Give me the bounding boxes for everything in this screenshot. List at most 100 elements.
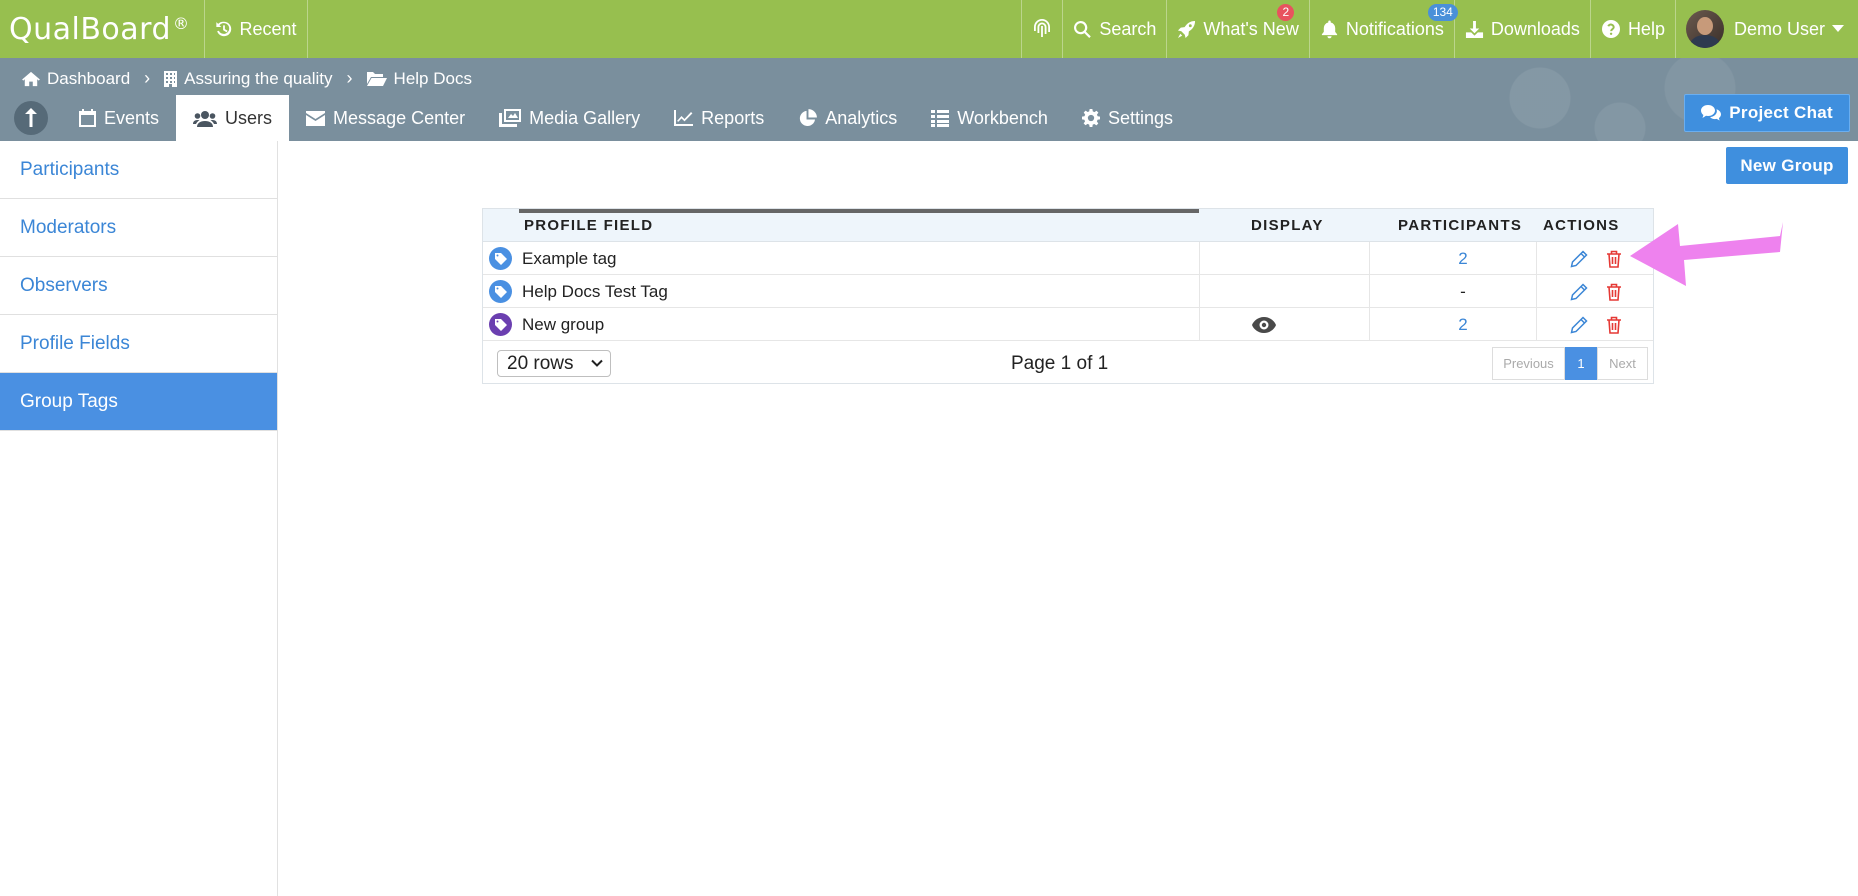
display-toggle[interactable] xyxy=(1251,308,1277,341)
tab-settings[interactable]: Settings xyxy=(1065,95,1190,141)
sidebar-item-observers[interactable]: Observers xyxy=(0,257,277,315)
page-buttons: Previous 1 Next xyxy=(1492,347,1648,380)
avatar xyxy=(1685,10,1724,48)
rows-per-page-value: 20 rows xyxy=(507,352,574,374)
tag-icon xyxy=(489,280,512,303)
sidebar-item-participants[interactable]: Participants xyxy=(0,141,277,199)
tag-icon xyxy=(489,247,512,270)
tab-events[interactable]: Events xyxy=(62,95,176,141)
users-sidebar: Participants Moderators Observers Profil… xyxy=(0,141,278,896)
recent-button[interactable]: Recent xyxy=(205,0,308,58)
tab-message-center[interactable]: Message Center xyxy=(289,95,482,141)
user-menu[interactable]: Demo User xyxy=(1676,0,1858,58)
edit-button[interactable] xyxy=(1570,275,1588,308)
next-page-button[interactable]: Next xyxy=(1597,347,1648,380)
history-icon xyxy=(215,21,231,37)
page-1-button[interactable]: 1 xyxy=(1565,347,1597,380)
chevron-down-icon xyxy=(591,359,603,367)
sidebar-item-profile-fields[interactable]: Profile Fields xyxy=(0,315,277,373)
row-name: New group xyxy=(522,314,605,334)
annotation-arrow-icon xyxy=(1630,222,1783,286)
project-nav-bar: Dashboard › Assuring the quality › Help … xyxy=(0,58,1858,141)
column-divider xyxy=(1199,242,1200,341)
sidebar-item-moderators[interactable]: Moderators xyxy=(0,199,277,257)
notifications-button[interactable]: Notifications 134 xyxy=(1310,0,1458,58)
edit-button[interactable] xyxy=(1570,242,1588,275)
back-button[interactable] xyxy=(14,101,48,135)
pie-chart-icon xyxy=(800,108,818,126)
delete-button[interactable] xyxy=(1606,308,1622,341)
chevron-right-icon: › xyxy=(144,68,151,88)
project-chat-button[interactable]: Project Chat xyxy=(1684,94,1850,132)
rows-per-page-select[interactable]: 20 rows xyxy=(497,350,611,377)
bell-icon xyxy=(1321,20,1337,39)
calendar-icon xyxy=(79,109,96,127)
tab-workbench[interactable]: Workbench xyxy=(914,95,1065,141)
tab-reports[interactable]: Reports xyxy=(657,95,781,141)
breadcrumb-folder-label: Help Docs xyxy=(393,68,472,88)
users-icon xyxy=(193,110,218,127)
download-icon xyxy=(1465,20,1483,38)
eye-icon xyxy=(1252,316,1276,333)
row-participants-count[interactable]: 2 xyxy=(1453,308,1473,341)
envelope-icon xyxy=(306,110,326,126)
rocket-icon xyxy=(1178,20,1196,38)
column-divider xyxy=(1536,242,1537,341)
search-button[interactable]: Search xyxy=(1063,0,1168,58)
chevron-right-icon: › xyxy=(346,68,353,88)
help-button[interactable]: Help xyxy=(1591,0,1676,58)
header-profile-field[interactable]: PROFILE FIELD xyxy=(524,209,653,242)
recent-label: Recent xyxy=(239,18,297,39)
trash-icon xyxy=(1607,316,1621,334)
tab-reports-label: Reports xyxy=(701,107,765,128)
sidebar-item-group-tags[interactable]: Group Tags xyxy=(0,373,277,431)
table-row: Help Docs Test Tag - xyxy=(483,275,1653,308)
column-divider xyxy=(1369,242,1370,341)
tab-users[interactable]: Users xyxy=(176,95,290,141)
tab-analytics[interactable]: Analytics xyxy=(781,95,914,141)
table-row: Example tag 2 xyxy=(483,242,1653,275)
breadcrumb-folder[interactable]: Help Docs xyxy=(366,68,472,89)
app-logo[interactable]: QualBoard ® xyxy=(0,0,205,58)
tab-events-label: Events xyxy=(104,107,160,128)
help-label: Help xyxy=(1627,18,1665,39)
row-participants-count[interactable]: 2 xyxy=(1453,242,1473,275)
fingerprint-icon xyxy=(1034,19,1051,37)
page-info: Page 1 of 1 xyxy=(1011,352,1109,374)
fingerprint-button[interactable] xyxy=(1022,0,1064,58)
downloads-label: Downloads xyxy=(1490,18,1580,39)
tab-analytics-label: Analytics xyxy=(825,107,898,128)
building-icon xyxy=(164,70,178,87)
level-up-icon xyxy=(25,108,37,127)
tab-media-gallery[interactable]: Media Gallery xyxy=(482,95,657,141)
notifications-badge: 134 xyxy=(1427,4,1458,21)
user-name: Demo User xyxy=(1733,18,1825,39)
header-participants[interactable]: PARTICIPANTS xyxy=(1398,209,1522,242)
tab-media-gallery-label: Media Gallery xyxy=(529,107,641,128)
search-label: Search xyxy=(1099,18,1157,39)
list-icon xyxy=(931,109,950,127)
group-tags-table: PROFILE FIELD DISPLAY PARTICIPANTS ACTIO… xyxy=(482,208,1654,384)
header-display[interactable]: DISPLAY xyxy=(1251,209,1324,242)
new-group-button[interactable]: New Group xyxy=(1726,147,1848,184)
breadcrumb-project[interactable]: Assuring the quality xyxy=(164,69,333,89)
downloads-button[interactable]: Downloads xyxy=(1455,0,1591,58)
home-icon xyxy=(22,71,40,86)
pagination: 20 rows Page 1 of 1 Previous 1 Next xyxy=(483,342,1653,384)
tab-message-center-label: Message Center xyxy=(333,107,466,128)
notifications-label: Notifications xyxy=(1345,18,1444,39)
breadcrumb-dashboard[interactable]: Dashboard xyxy=(22,69,130,89)
row-name: Example tag xyxy=(522,248,617,268)
tab-settings-label: Settings xyxy=(1107,107,1173,128)
previous-page-button[interactable]: Previous xyxy=(1492,347,1565,380)
images-icon xyxy=(499,109,522,127)
search-icon xyxy=(1074,20,1092,38)
whats-new-label: What's New xyxy=(1203,18,1299,39)
whats-new-button[interactable]: What's New 2 xyxy=(1167,0,1310,58)
pencil-icon xyxy=(1570,282,1588,300)
breadcrumb-dashboard-label: Dashboard xyxy=(47,68,131,88)
app-logo-text: QualBoard xyxy=(9,11,172,47)
edit-button[interactable] xyxy=(1570,308,1588,341)
breadcrumb: Dashboard › Assuring the quality › Help … xyxy=(22,68,472,89)
comments-icon xyxy=(1701,105,1722,121)
